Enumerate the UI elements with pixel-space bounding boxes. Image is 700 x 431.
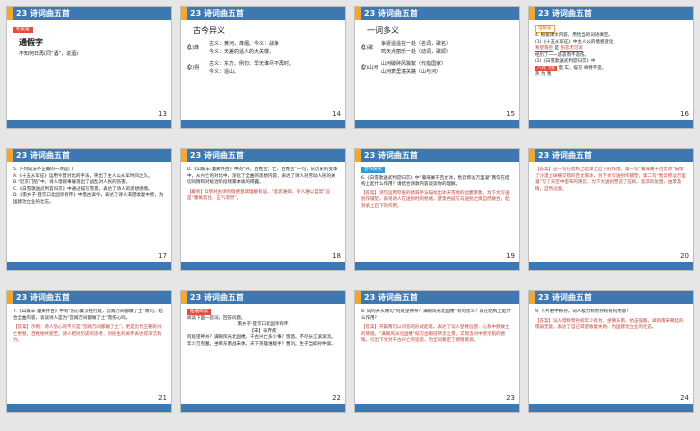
slide-thumbnail[interactable]: 23 诗词曲五首 一词多义 (1)歌 { 争逐遥遥在一处（名词，歌名） 鸣天点丽乐… [354,6,520,129]
term-sense-1: 山河破碎风飘絮（代指国家） [381,61,447,67]
section-tag: 理解篇 [535,25,555,33]
slide-title: 23 诗词曲五首 [538,293,592,302]
answer-text: 【答案】词人借称赞孙权年少有为、坐镇东南、抗击强敌，讽刺南宋朝廷的懦弱无能，表达… [535,318,684,331]
slide-title: 23 诗词曲五首 [190,293,244,302]
slide-heading: 古今异义 [193,26,225,35]
slide-thumbnail[interactable]: 23 诗词曲五首 理解篇 4. 根据课文内容，用恰当的词语填空。 (1)《十五从… [528,6,694,129]
slide-header: 23 诗词曲五首 [7,149,171,162]
slide-number: 16 [680,110,689,118]
term-sense-2: 鸣天点丽乐一处（动词，歌颂） [381,49,452,55]
answer-text: 【答案】这一句在结构上起承上启下的作用。第一句“瀚海阑干百丈冰”描绘了沙漠上纵横… [535,167,686,192]
term-old: 古义：东方。例句：早无谁尽不再时。 [209,61,295,67]
poem-stanza: 年少万兜鍪，坐断东南战未休。天下英雄谁敌手？曹刘。生子当如孙仲谋。 [187,341,336,347]
question-text: 9. 下片君中称孙，词人极力称赞孙权有何用意？ [535,309,631,314]
answer-blank: 希望落空 [535,46,553,52]
slide-number: 22 [332,394,341,402]
slide-title: 23 诗词曲五首 [16,9,70,18]
section-tag: 合作探究 [361,167,385,173]
term-sense-1: 争逐遥遥在一处（名词，歌名） [381,41,452,47]
slide-title: 23 诗词曲五首 [16,293,70,302]
answer-text: 【答案】开篇两句以问答的形式起笔，表达了词人登楼远望、心系中原故土的情感。“满眼… [361,325,510,343]
slide-thumbnail[interactable]: 23 诗词曲五首 拓展阅读 阅读下面一首词，回答问题。 南乡子·登京口北固亭有怀… [180,290,346,413]
slide-thumbnail[interactable]: 23 诗词曲五首 【答案】这一句在结构上起承上启下的作用。第一句“瀚海阑干百丈冰… [528,148,694,271]
term-old: 古义：黄河，烽烟。今义：战争 [209,41,280,47]
question-text: 6.《白雪歌送武判官归京》中“瀚海阑干百丈冰，愁云惨淡万里凝”两句在结构上起什么… [361,175,510,188]
slide-number: 21 [158,394,167,402]
slide-thumbnail[interactable]: 23 诗词曲五首 合作探究 6.《白雪歌送武判官归京》中“瀚海阑干百丈冰，愁云惨… [354,148,520,271]
slide-header: 23 诗词曲五首 [7,291,171,304]
section-tag: 拓展阅读 [187,309,211,315]
slide-header: 23 诗词曲五首 [529,291,693,304]
slide-thumbnail[interactable]: 23 诗词曲五首 5. 下列说法不正确的一项是( ) A.《十五从军征》运用今昔… [6,148,172,271]
section-tag: 积累篇 [13,27,33,33]
answer-highlight: 八月飞雪 [535,65,557,71]
slide-title: 23 诗词曲五首 [364,151,418,160]
slide-number: 24 [680,394,689,402]
slide-title: 23 诗词曲五首 [364,9,418,18]
slide-thumbnail[interactable]: 23 诗词曲五首 8. 词的开头两句“何处望神州？满眼风光北固楼”有何含义？其在… [354,290,520,413]
slide-title: 23 诗词曲五首 [16,151,70,160]
answer-text: 【答案】诗句运用夸张的修辞手法描绘出冰天雪地的边塞景象，为下文写送别作铺垫，表现… [361,190,510,209]
slide-title: 23 诗词曲五首 [364,293,418,302]
slide-text: 不知何日再(同“酒”，进酒) [19,51,79,57]
slide-header: 23 诗词曲五首 [355,291,519,304]
slide-title: 23 诗词曲五首 [538,9,592,18]
slide-title: 23 诗词曲五首 [190,9,244,18]
term-new: 今义：遥山。 [209,69,240,75]
slide-number: 13 [158,110,167,118]
slide-number: 14 [332,110,341,118]
slide-number: 19 [506,252,515,260]
slide-header: 23 诗词曲五首 [355,7,519,20]
answer-text: 【答案】示例：诗人伤心的不只是“宫阙万间都做了土”，更是历代王朝的兴亡更替，百姓… [13,325,162,343]
slide-title: 23 诗词曲五首 [538,151,592,160]
slide-number: 17 [158,252,167,260]
slide-header: 23 诗词曲五首 [181,291,345,304]
slide-number: 15 [506,110,515,118]
slide-header: 23 诗词曲五首 [529,149,693,162]
slide-thumbnail[interactable]: 23 诗词曲五首 D.《山坡羊·潼关怀古》中的“兴，百姓苦；亡，百姓苦”一句，从… [180,148,346,271]
slide-number: 18 [332,252,341,260]
slide-title: 23 诗词曲五首 [190,151,244,160]
slide-thumbnail[interactable]: 23 诗词曲五首 积累篇 通假字 不知何日再(同“酒”，进酒) 13 [6,6,172,129]
answer-blank: 伤悲无可诉 [560,46,583,52]
slide-number: 20 [680,252,689,260]
poem-stanza: 何处望神州？满眼风光北固楼。千古兴亡多少事？悠悠。不尽长江滚滚流。 [187,335,336,340]
slide-thumbnail[interactable]: 23 诗词曲五首 7.《山坡羊·潼关怀古》中有“伤心秦汉经行处，宫阙万间都做了土… [6,290,172,413]
term-sense-2: 山河表里潼关路（山与河） [381,69,442,75]
question-text: 7.《山坡羊·潼关怀古》中有“伤心秦汉经行处，宫阙万间都做了土”两句，结合全曲内… [13,309,163,321]
slide-header: 23 诗词曲五首 [181,149,345,162]
slide-header: 23 诗词曲五首 [181,7,345,20]
term-new: 今义：天差的遥人的大关楼。 [209,49,275,55]
question-text: 8. 词的开头两句“何处望神州？满眼风光北固楼”有何含义？其在结构上起什么作用？ [361,309,511,321]
slide-text: D.《山坡羊·潼关怀古》中的“兴，百姓苦；亡，百姓苦”一句，从历史的变革中，从兴… [187,167,338,185]
answer-text: 【解析】D项对古诗的情感基调理解有误，“悲哀难抑，令人难以自禁”应是“慷慨悲壮、… [187,189,331,202]
slide-thumbnail[interactable]: 23 诗词曲五首 9. 下片君中称孙，词人极力称赞孙权有何用意？ 【答案】词人借… [528,290,694,413]
slide-number: 23 [506,394,515,402]
slide-header: 23 诗词曲五首 [7,7,171,20]
option-d: D.《南乡子·登京口北固亭有怀》中借古讽今，表达了诗人渴望收复中原，为国建功立业… [13,193,164,205]
slide-heading: 一词多义 [367,26,399,35]
slide-header: 23 诗词曲五首 [355,149,519,162]
slide-heading: 通假字 [19,38,43,47]
slide-thumbnail[interactable]: 23 诗词曲五首 古今异义 (1)烽 { 古义：黄河，烽烟。今义：战争 今义：天差… [180,6,346,129]
slide-header: 23 诗词曲五首 [529,7,693,20]
